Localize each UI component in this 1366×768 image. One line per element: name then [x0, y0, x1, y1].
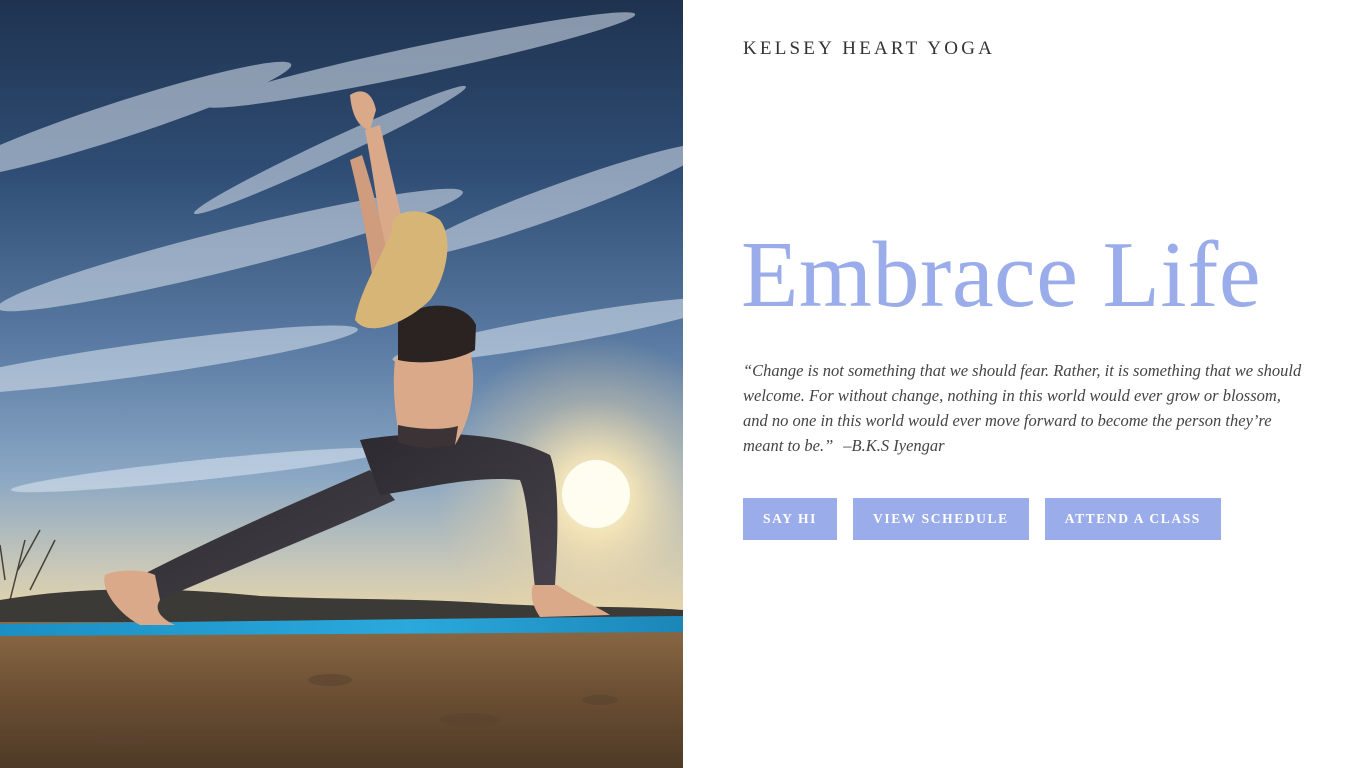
- page-headline: Embrace Life: [741, 223, 1262, 327]
- hero-photo: [0, 0, 683, 768]
- attend-class-button[interactable]: ATTEND A CLASS: [1044, 498, 1221, 540]
- ground: [0, 622, 683, 768]
- say-hi-button[interactable]: SAY HI: [743, 498, 837, 540]
- view-schedule-button[interactable]: VIEW SCHEDULE: [853, 498, 1029, 540]
- quote-author: –B.K.S Iyengar: [843, 436, 945, 455]
- yoga-photo-illustration: [0, 12, 683, 768]
- cta-button-group: SAY HI VIEW SCHEDULE ATTEND A CLASS: [743, 498, 1221, 540]
- content-panel: KELSEY HEART YOGA Embrace Life “Change i…: [683, 0, 1366, 768]
- brand-logo-text[interactable]: KELSEY HEART YOGA: [743, 38, 995, 60]
- shrub-branches: [0, 529, 56, 601]
- sun: [562, 460, 630, 528]
- landing-page: KELSEY HEART YOGA Embrace Life “Change i…: [0, 0, 1366, 768]
- quote-block: “Change is not something that we should …: [743, 358, 1303, 458]
- quote-text: “Change is not something that we should …: [743, 361, 1302, 455]
